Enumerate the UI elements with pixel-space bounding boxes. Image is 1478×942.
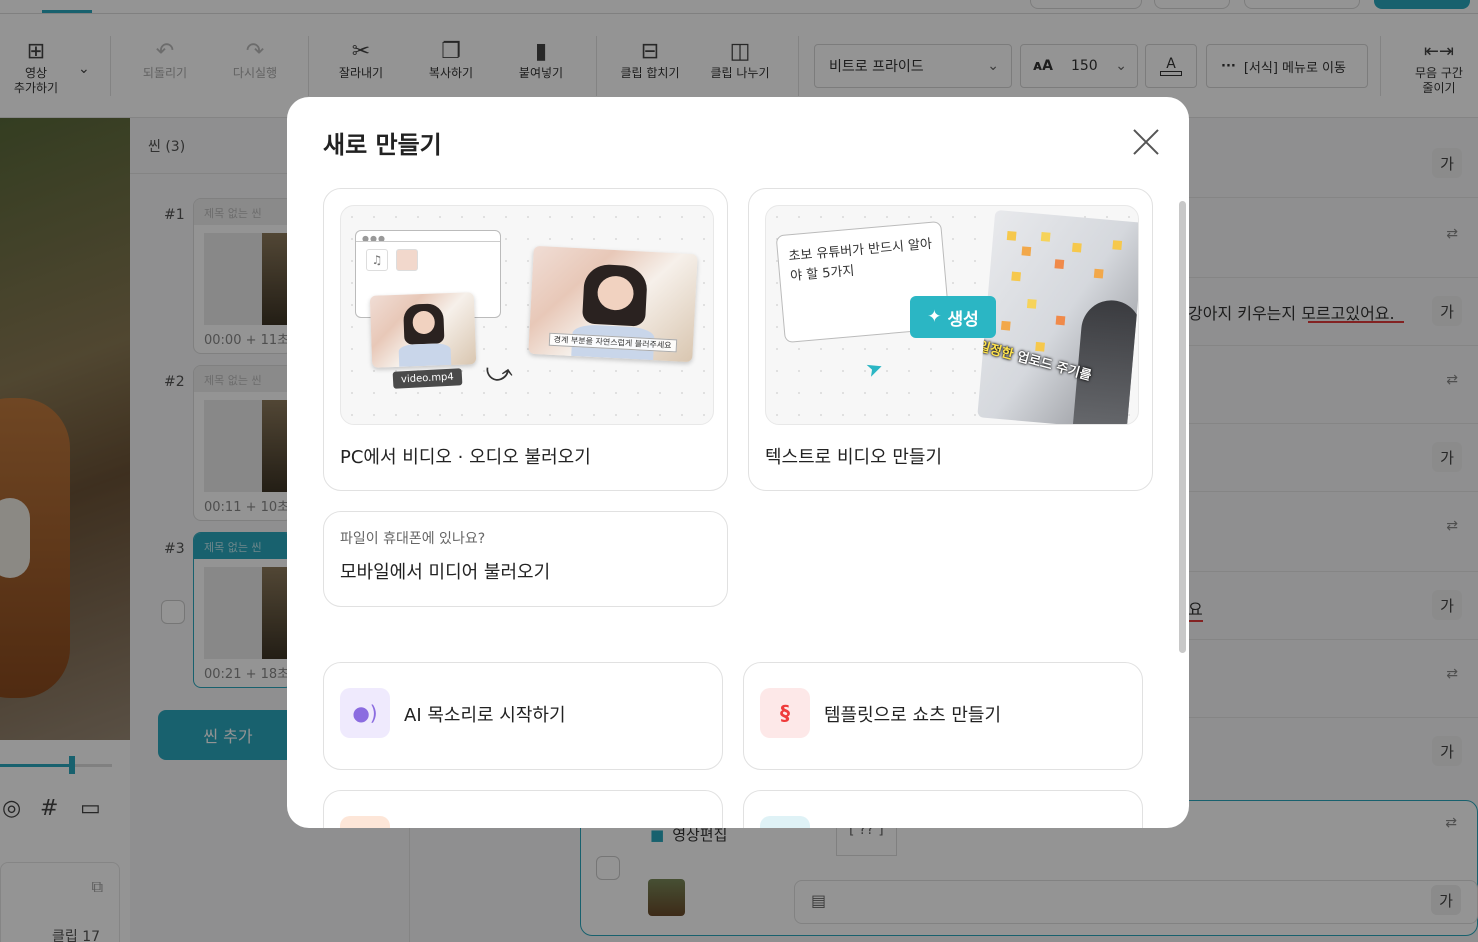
ai-voice-icon: ●) (340, 688, 390, 738)
text-to-video-card[interactable]: 초보 유튜버가 반드시 알아야 할 5가지 일정한 업로드 주기를 ✦ 생성 ➤… (748, 188, 1153, 491)
import-from-pc-label: PC에서 비디오 · 오디오 불러오기 (340, 447, 591, 468)
curved-arrow-icon: ⤻ (482, 355, 516, 391)
image-file-icon (396, 249, 418, 271)
import-from-pc-illustration: ●●● ♫ video.mp4 ⤻ 경계 부분을 자연스럽게 블러주세요 (340, 205, 714, 425)
shorts-template-card[interactable]: § 템플릿으로 쇼츠 만들기 (743, 662, 1143, 770)
sticky-board-image: 일정한 업로드 주기를 (977, 209, 1138, 424)
imported-video-thumbnail: 경계 부분을 자연스럽게 블러주세요 (528, 245, 698, 363)
close-icon[interactable] (1129, 125, 1163, 159)
more-option-card[interactable] (323, 790, 723, 828)
source-video-thumbnail (369, 292, 477, 368)
import-from-mobile-label: 모바일에서 미디어 불러오기 (340, 562, 551, 583)
ai-voice-card[interactable]: ●) AI 목소리로 시작하기 (323, 662, 723, 770)
generate-label: 생성 (947, 309, 979, 330)
shorts-icon: § (760, 688, 810, 738)
import-from-mobile-hint: 파일이 휴대폰에 있나요? (340, 531, 486, 547)
sparkle-icon: ✦ (927, 307, 942, 327)
generate-button-illustration: ✦ 생성 (910, 296, 996, 338)
new-project-modal: 새로 만들기 ●●● ♫ video.mp4 ⤻ 경계 부분을 자연스럽게 블러… (287, 97, 1189, 828)
option-icon (760, 816, 810, 828)
music-file-icon: ♫ (366, 249, 388, 271)
prompt-text: 초보 유튜버가 반드시 알아야 할 5가지 (787, 236, 933, 285)
file-name-tag: video.mp4 (392, 368, 463, 389)
modal-scrollbar[interactable] (1179, 201, 1186, 653)
modal-title: 새로 만들기 (323, 131, 442, 159)
cursor-icon: ➤ (862, 353, 887, 383)
board-caption-highlight: 일정한 (977, 339, 1015, 363)
import-from-pc-card[interactable]: ●●● ♫ video.mp4 ⤻ 경계 부분을 자연스럽게 블러주세요 PC에… (323, 188, 728, 491)
text-to-video-illustration: 초보 유튜버가 반드시 알아야 할 5가지 일정한 업로드 주기를 ✦ 생성 ➤ (765, 205, 1139, 425)
more-option-card[interactable] (743, 790, 1143, 828)
ai-voice-label: AI 목소리로 시작하기 (404, 705, 566, 726)
import-from-mobile-card[interactable]: 파일이 휴대폰에 있나요? 모바일에서 미디어 불러오기 (323, 511, 728, 607)
window-divider (356, 241, 500, 242)
shorts-template-label: 템플릿으로 쇼츠 만들기 (824, 705, 1002, 726)
text-to-video-label: 텍스트로 비디오 만들기 (765, 447, 943, 468)
option-icon (340, 816, 390, 828)
